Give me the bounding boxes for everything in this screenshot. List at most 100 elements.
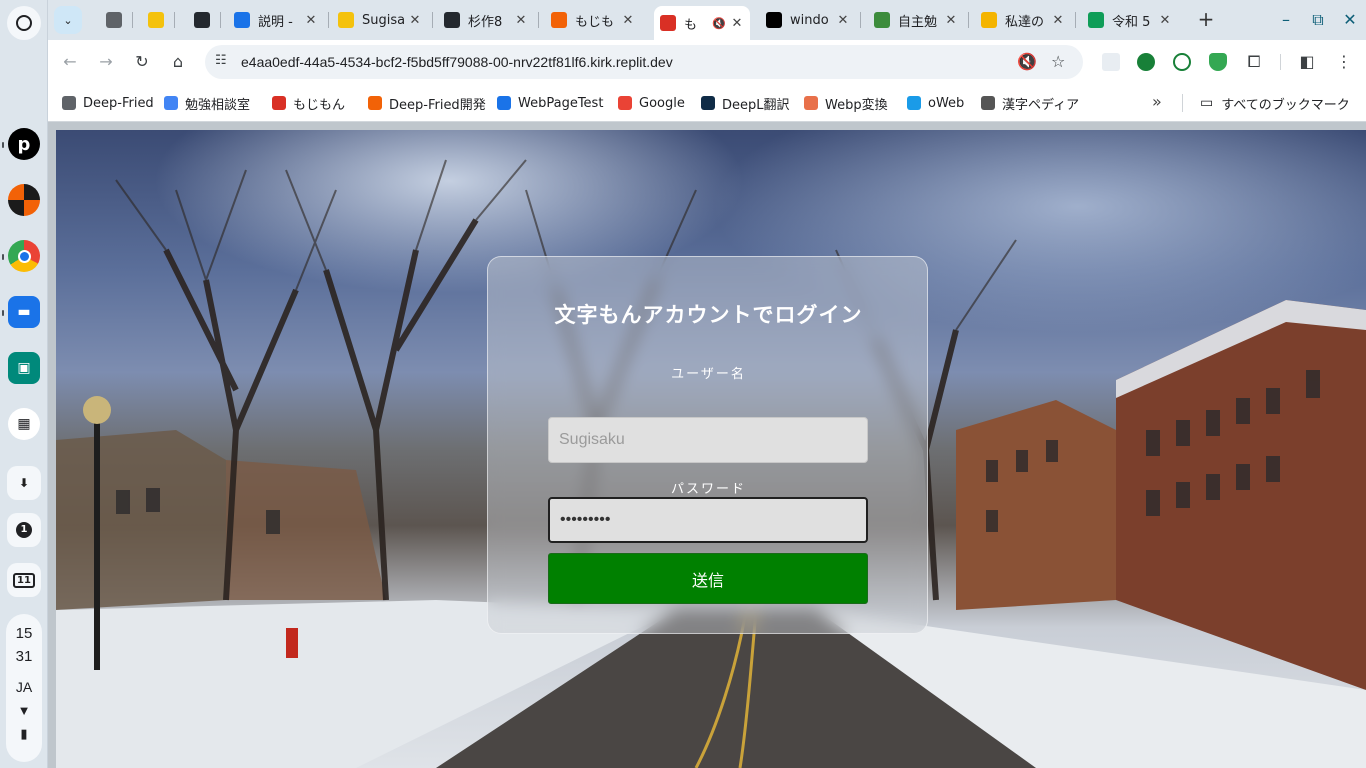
bookmark-label: oWeb: [928, 95, 965, 111]
home-button[interactable]: ⌂: [165, 49, 191, 75]
tab[interactable]: 自主勉 ✕: [868, 6, 964, 34]
tab[interactable]: 杉作8 ✕: [438, 6, 534, 34]
wifi-icon: ▼: [17, 703, 31, 718]
sheets-icon: [1088, 12, 1104, 28]
tab-search-button[interactable]: ⌄: [54, 6, 82, 34]
bookmark-item[interactable]: Deep-Fried開発: [368, 94, 486, 113]
close-tab-icon[interactable]: ✕: [304, 13, 318, 28]
tab[interactable]: Sugisa ✕: [332, 6, 428, 34]
holding-space-button[interactable]: ⬇: [7, 466, 41, 500]
address-bar[interactable]: ☷ e4aa0edf-44a5-4534-bcf2-f5bd5ff79088-0…: [205, 45, 1083, 79]
reload-icon: ↻: [135, 52, 149, 71]
tab[interactable]: [100, 6, 128, 34]
shield-icon[interactable]: [1209, 53, 1227, 71]
muted-speaker-icon[interactable]: 🔇: [1017, 52, 1037, 71]
shelf-app-files[interactable]: ▬: [8, 296, 40, 328]
tab[interactable]: もじも ✕: [545, 6, 641, 34]
bookmark-item[interactable]: Deep-Fried: [62, 94, 154, 112]
close-tab-icon[interactable]: ✕: [408, 13, 422, 28]
close-tab-icon[interactable]: ✕: [730, 16, 744, 31]
minimize-button[interactable]: –: [1274, 8, 1298, 32]
close-tab-icon[interactable]: ✕: [1158, 13, 1172, 28]
url-text[interactable]: e4aa0edf-44a5-4534-bcf2-f5bd5ff79088-00-…: [241, 54, 673, 70]
tab[interactable]: 私達の ✕: [975, 6, 1071, 34]
bookmark-item[interactable]: 漢字ペディア: [981, 94, 1079, 113]
p-icon: [766, 12, 782, 28]
bookmark-label: Deep-Fried開発: [389, 97, 486, 113]
submit-button[interactable]: 送信: [548, 553, 868, 604]
background-winter-street-image: 文字もんアカウントでログイン ユーザー名 パスワード 送信: [56, 130, 1366, 768]
shelf-app-checker[interactable]: [8, 184, 40, 216]
bookmark-favicon-icon: [618, 96, 632, 110]
shelf-app-chrome[interactable]: [8, 240, 40, 272]
folder-icon: ▬: [17, 304, 31, 320]
bookmark-label: 勉強相談室: [185, 97, 251, 113]
tab-title: 自主勉: [898, 14, 938, 30]
arrow-right-icon: →: [99, 52, 113, 71]
bookmarks-overflow-chevron-icon[interactable]: »: [1152, 92, 1162, 111]
bookmark-star-icon[interactable]: ☆: [1051, 52, 1065, 71]
tab[interactable]: 説明 - ✕: [228, 6, 324, 34]
launcher-button[interactable]: [7, 6, 41, 40]
tab-title: 杉作8: [468, 14, 503, 30]
calendar-button[interactable]: 11: [7, 563, 41, 597]
close-tab-icon[interactable]: ✕: [944, 13, 958, 28]
extension-globe-icon[interactable]: [1173, 53, 1191, 71]
reload-button[interactable]: ↻: [129, 49, 155, 75]
board-icon: ▣: [17, 360, 31, 376]
calendar-day: 11: [13, 572, 35, 588]
tab[interactable]: も 🔇 ✕: [654, 6, 750, 40]
shelf-app-classroom[interactable]: ▣: [8, 352, 40, 384]
bookmark-item[interactable]: もじもん: [272, 94, 346, 113]
tab[interactable]: 令和 5 ✕: [1082, 6, 1178, 34]
tab-muted-icon[interactable]: 🔇: [712, 17, 726, 30]
menu-button[interactable]: ⋮: [1331, 49, 1357, 75]
side-panel-button[interactable]: ◧: [1294, 49, 1320, 75]
replit-icon: [551, 12, 567, 28]
bookmark-item[interactable]: DeepL翻訳: [701, 94, 790, 113]
bookmark-item[interactable]: 勉強相談室: [164, 94, 251, 113]
tab-title: もじも: [575, 14, 615, 30]
extension-green-icon[interactable]: [1137, 53, 1155, 71]
new-tab-button[interactable]: +: [1194, 8, 1218, 32]
all-bookmarks-button[interactable]: ▭ すべてのブックマーク: [1200, 94, 1350, 113]
cast-icon[interactable]: [1102, 53, 1120, 71]
password-input[interactable]: [548, 497, 868, 543]
battery-icon: ▮: [20, 726, 28, 741]
login-card: 文字もんアカウントでログイン ユーザー名 パスワード 送信: [487, 256, 928, 634]
close-tab-icon[interactable]: ✕: [836, 13, 850, 28]
bookmarks-bar: Deep-Fried 勉強相談室 もじもん Deep-Fried開発 WebPageTe…: [48, 84, 1366, 122]
username-input[interactable]: [548, 417, 868, 463]
tab[interactable]: [188, 6, 216, 34]
tab[interactable]: windo ✕: [760, 6, 856, 34]
status-area[interactable]: 15 31 JA ▼ ▮: [6, 614, 42, 762]
site-info-icon[interactable]: ☷: [215, 53, 227, 68]
forward-button[interactable]: →: [93, 49, 119, 75]
mojimon-icon: [660, 15, 676, 31]
folder-icon: ▭: [1200, 95, 1214, 111]
restore-button[interactable]: ⧉: [1306, 8, 1330, 32]
close-tab-icon[interactable]: ✕: [514, 13, 528, 28]
bookmark-item[interactable]: oWeb: [907, 94, 964, 112]
bookmark-item[interactable]: WebPageTest: [497, 94, 603, 112]
running-indicator: [2, 142, 4, 148]
bookmark-label: DeepL翻訳: [722, 97, 790, 113]
bookmark-label: もじもん: [293, 97, 346, 113]
shelf-app-p[interactable]: p: [8, 128, 40, 160]
login-title: 文字もんアカウントでログイン: [554, 303, 863, 327]
back-button[interactable]: ←: [57, 49, 83, 75]
extensions-button[interactable]: ⧠: [1241, 49, 1267, 75]
github-icon: [194, 12, 210, 28]
emoji-icon: [148, 12, 164, 28]
shelf-app-qr[interactable]: ▦: [8, 408, 40, 440]
tab-separator: [1075, 12, 1076, 28]
close-tab-icon[interactable]: ✕: [1051, 13, 1065, 28]
tab-separator: [432, 12, 433, 28]
close-tab-icon[interactable]: ✕: [621, 13, 635, 28]
bookmark-item[interactable]: Webp変換: [804, 94, 888, 113]
running-indicator: [2, 254, 4, 260]
notification-button[interactable]: 1: [7, 513, 41, 547]
close-window-button[interactable]: ✕: [1338, 8, 1362, 32]
tab[interactable]: [142, 6, 170, 34]
bookmark-item[interactable]: Google: [618, 94, 685, 112]
